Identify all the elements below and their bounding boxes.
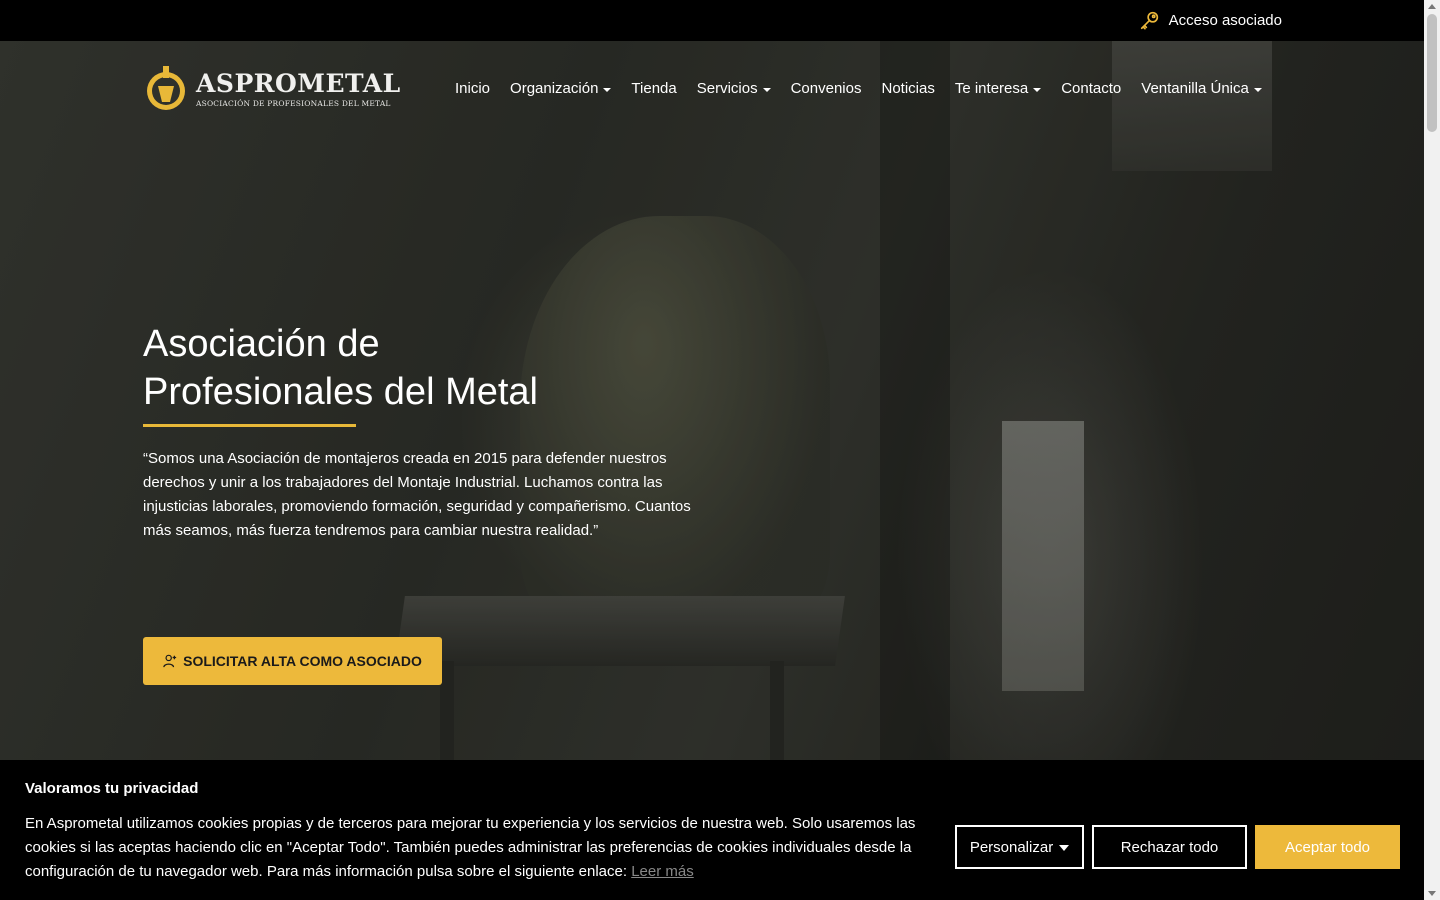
accept-label: Aceptar todo: [1284, 838, 1371, 856]
customize-button[interactable]: Personalizar: [955, 825, 1084, 869]
cookie-title: Valoramos tu privacidad: [25, 780, 199, 797]
request-membership-label: SOLICITAR ALTA COMO ASOCIADO: [183, 653, 422, 669]
caret-down-icon: [762, 87, 771, 92]
caret-down-icon: [1033, 87, 1042, 92]
nav-item-noticias[interactable]: Noticias: [871, 78, 944, 99]
nav-label: Tienda: [631, 80, 677, 97]
nav-label: Contacto: [1061, 80, 1122, 97]
logo-emblem-icon: [147, 66, 185, 110]
nav-label: Noticias: [881, 80, 935, 97]
nav-label: Te interesa: [954, 80, 1029, 97]
nav-item-organizacion[interactable]: Organización: [500, 78, 621, 99]
caret-down-icon: [1059, 845, 1070, 851]
top-bar: Acceso asociado: [0, 0, 1424, 41]
hero-title-line: Profesionales del Metal: [143, 371, 538, 413]
reject-label: Rechazar todo: [1120, 838, 1219, 856]
nav-item-te-interesa[interactable]: Te interesa: [945, 78, 1051, 99]
nav-label: Ventanilla Única: [1141, 80, 1249, 97]
accept-all-button[interactable]: Aceptar todo: [1255, 825, 1400, 869]
key-icon: [1140, 11, 1158, 30]
cookie-text-body: En Asprometal utilizamos cookies propias…: [25, 815, 916, 880]
scroll-down-icon[interactable]: [1428, 891, 1436, 896]
read-more-link[interactable]: Leer más: [631, 863, 694, 880]
request-membership-button[interactable]: SOLICITAR ALTA COMO ASOCIADO: [143, 637, 442, 685]
nav-item-ventanilla-unica[interactable]: Ventanilla Única: [1131, 78, 1272, 99]
nav-label: Inicio: [455, 80, 491, 97]
nav-item-inicio[interactable]: Inicio: [445, 78, 500, 99]
member-access-label: Acceso asociado: [1168, 11, 1282, 29]
title-accent-divider: [143, 424, 356, 427]
cookie-text: En Asprometal utilizamos cookies propias…: [25, 812, 930, 884]
caret-down-icon: [603, 87, 612, 92]
nav-label: Organización: [510, 80, 599, 97]
scroll-up-icon[interactable]: [1428, 4, 1436, 9]
user-add-icon: [163, 654, 177, 668]
cookie-banner: Valoramos tu privacidad En Asprometal ut…: [0, 760, 1424, 900]
nav-label: Convenios: [790, 80, 862, 97]
nav-item-tienda[interactable]: Tienda: [621, 78, 686, 99]
main-nav: Inicio Organización Tienda Servicios Con…: [445, 78, 1272, 99]
nav-item-servicios[interactable]: Servicios: [687, 78, 781, 99]
nav-item-convenios[interactable]: Convenios: [781, 78, 872, 99]
hero-title-line: Asociación de: [143, 323, 380, 365]
scroll-thumb[interactable]: [1427, 14, 1437, 132]
customize-label: Personalizar: [969, 838, 1054, 856]
page-scrollbar[interactable]: [1424, 0, 1440, 900]
reject-all-button[interactable]: Rechazar todo: [1092, 825, 1247, 869]
caret-down-icon: [1253, 87, 1262, 92]
member-access-link[interactable]: Acceso asociado: [1139, 9, 1282, 31]
nav-item-contacto[interactable]: Contacto: [1051, 78, 1131, 99]
site-logo[interactable]: ASPROMETAL ASOCIACIÓN DE PROFESIONALES D…: [146, 64, 401, 114]
logo-name: ASPROMETAL: [196, 69, 401, 98]
hero-quote: “Somos una Asociación de montajeros crea…: [143, 450, 691, 539]
logo-tagline: ASOCIACIÓN DE PROFESIONALES DEL METAL: [196, 99, 391, 108]
hero-title: Asociación de Profesionales del Metal: [143, 320, 538, 416]
nav-label: Servicios: [696, 80, 758, 97]
